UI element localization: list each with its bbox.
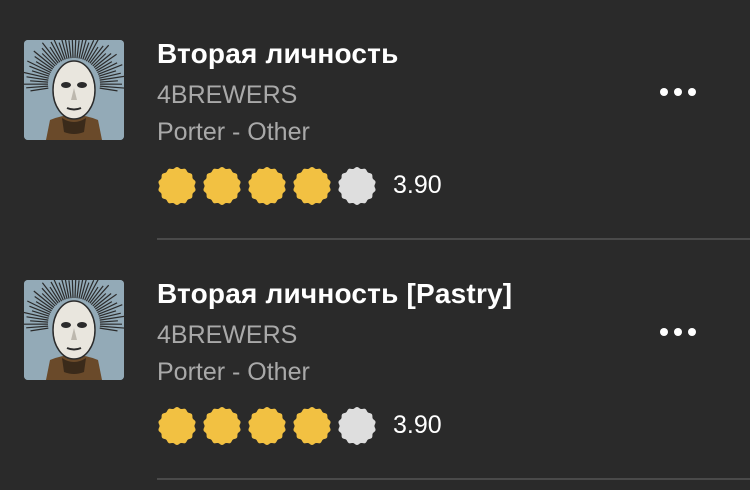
- rating-score: 3.90: [393, 171, 442, 199]
- beer-list-item[interactable]: Вторая личность 4BREWERS Porter - Other …: [0, 0, 750, 240]
- brewery-name[interactable]: 4BREWERS: [157, 81, 297, 110]
- more-horizontal-icon: [688, 88, 696, 96]
- beer-name[interactable]: Вторая личность: [157, 38, 399, 70]
- more-horizontal-icon: [674, 88, 682, 96]
- rating-cap-filled: [157, 166, 197, 206]
- more-horizontal-icon: [674, 328, 682, 336]
- beer-style: Porter - Other: [157, 358, 310, 386]
- divider: [157, 478, 750, 480]
- rating-score: 3.90: [393, 411, 442, 439]
- more-horizontal-icon: [688, 328, 696, 336]
- rating-cap-empty: [337, 166, 377, 206]
- beer-style: Porter - Other: [157, 118, 310, 146]
- rating-cap-filled: [247, 406, 287, 446]
- beer-list-item[interactable]: Вторая личность [Pastry] 4BREWERS Porter…: [0, 240, 750, 480]
- more-horizontal-icon: [660, 328, 668, 336]
- rating-cap-filled: [202, 406, 242, 446]
- rating-cap-filled: [247, 166, 287, 206]
- rating-cap-filled: [202, 166, 242, 206]
- rating-cap-empty: [337, 406, 377, 446]
- rating-cap-filled: [292, 406, 332, 446]
- rating-cap-filled: [157, 406, 197, 446]
- more-horizontal-icon: [660, 88, 668, 96]
- more-options-button[interactable]: [655, 320, 697, 344]
- beer-label-thumbnail[interactable]: [24, 280, 124, 380]
- beer-label-thumbnail[interactable]: [24, 40, 124, 140]
- brewery-name[interactable]: 4BREWERS: [157, 321, 297, 350]
- beer-list: Вторая личность 4BREWERS Porter - Other …: [0, 0, 750, 490]
- more-options-button[interactable]: [655, 80, 697, 104]
- beer-name[interactable]: Вторая личность [Pastry]: [157, 278, 512, 310]
- rating-cap-filled: [292, 166, 332, 206]
